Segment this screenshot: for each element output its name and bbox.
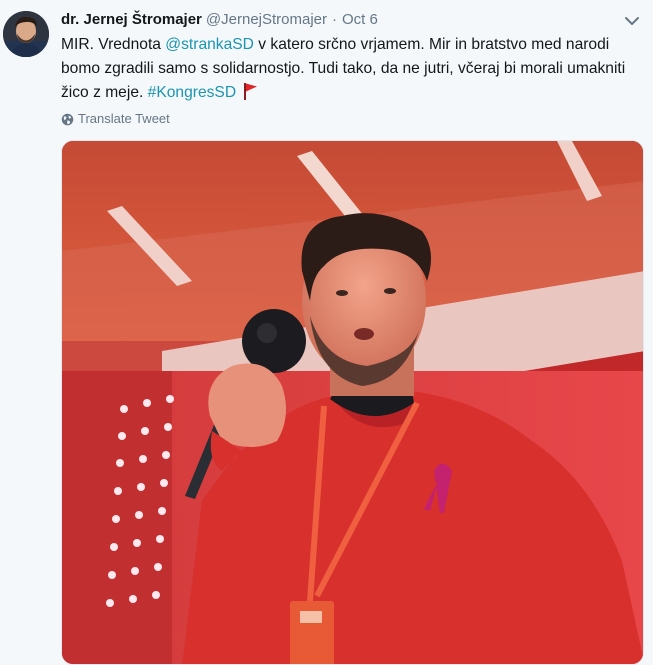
chevron-down-icon[interactable] <box>622 12 642 30</box>
tweet-date[interactable]: Oct 6 <box>342 11 378 28</box>
avatar[interactable] <box>3 11 49 57</box>
photo-image <box>62 141 643 664</box>
tweet-photo[interactable] <box>61 140 644 665</box>
translate-label: Translate Tweet <box>78 111 170 126</box>
tweet-text-part1: MIR. Vrednota <box>61 36 166 53</box>
author-handle[interactable]: @JernejStromajer <box>206 11 327 28</box>
tweet-header: dr. Jernej Štromajer @JernejStromajer · Oct… <box>61 9 621 31</box>
globe-icon <box>61 112 74 132</box>
translate-tweet-button[interactable]: Translate Tweet <box>61 109 170 129</box>
red-flag-icon <box>242 82 258 108</box>
tweet-text: MIR. Vrednota @strankaSD v katero srčno … <box>61 33 636 108</box>
author-fullname[interactable]: dr. Jernej Štromajer <box>61 11 202 28</box>
mention-link[interactable]: @strankaSD <box>165 36 254 53</box>
header-separator: · <box>332 11 338 28</box>
hashtag-link[interactable]: #KongresSD <box>148 84 236 101</box>
tweet: dr. Jernej Štromajer @JernejStromajer · Oct… <box>0 0 653 665</box>
